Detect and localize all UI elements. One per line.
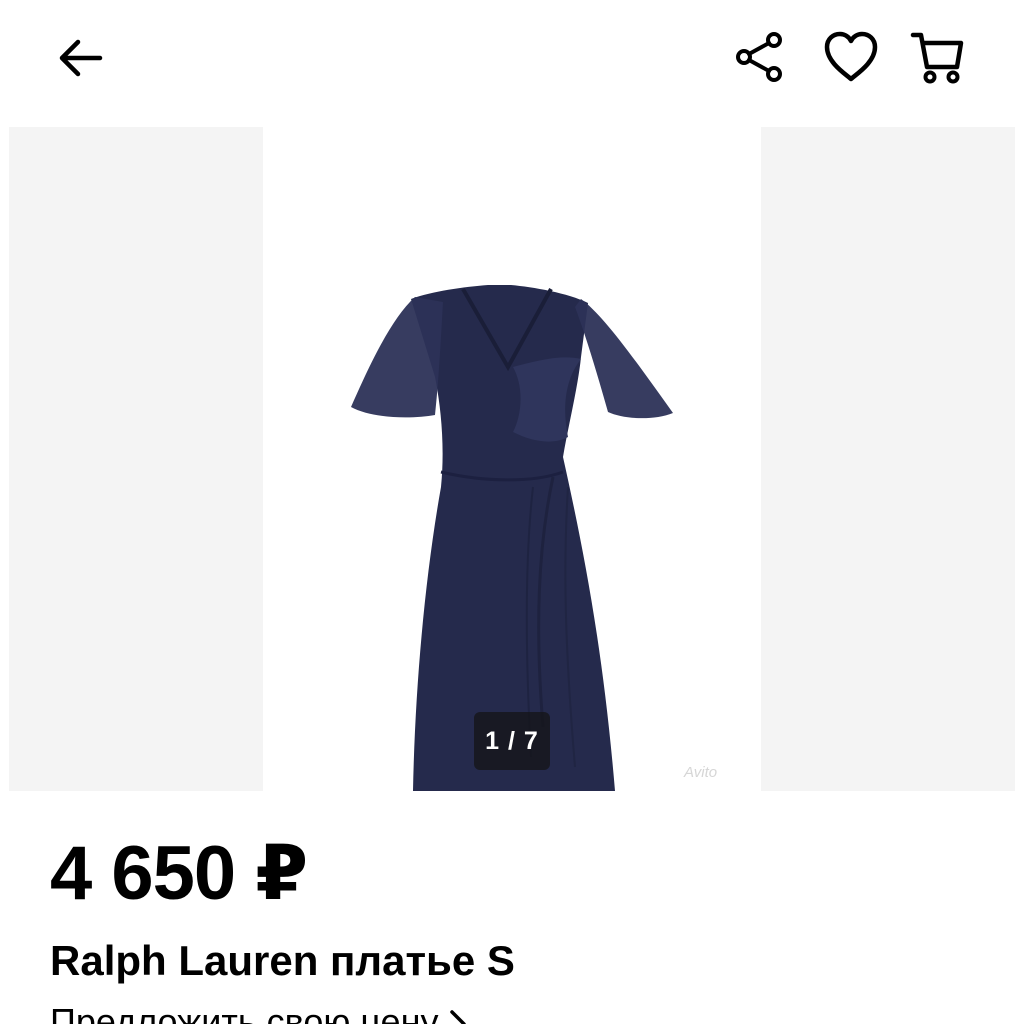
product-title: Ralph Lauren платье S <box>50 937 515 984</box>
cart-icon <box>910 32 964 84</box>
top-bar <box>0 0 1024 115</box>
previous-photo-preview[interactable] <box>9 127 263 791</box>
next-photo-preview[interactable] <box>761 127 1015 791</box>
make-offer-link[interactable]: Предложить свою цену <box>50 1000 470 1024</box>
share-button[interactable] <box>728 26 790 88</box>
photo-counter: 1 / 7 <box>474 712 550 770</box>
watermark: Avito <box>684 764 718 781</box>
photo-gallery[interactable]: 1 / 7 Avito <box>0 127 1024 791</box>
favorite-button[interactable] <box>820 26 882 88</box>
price: 4 650 ₽ <box>50 831 308 916</box>
heart-icon <box>824 31 878 82</box>
chevron-right-icon <box>450 1009 467 1024</box>
dress-photo <box>351 285 673 791</box>
arrow-left-icon <box>59 39 103 77</box>
back-button[interactable] <box>50 30 110 86</box>
make-offer-label: Предложить свою цену <box>50 1001 439 1024</box>
product-screen: 1 / 7 Avito 4 650 ₽ Ralph Lauren платье … <box>0 0 1024 1024</box>
main-product-photo[interactable] <box>263 127 761 791</box>
cart-button[interactable] <box>906 26 968 88</box>
share-icon <box>736 32 782 82</box>
